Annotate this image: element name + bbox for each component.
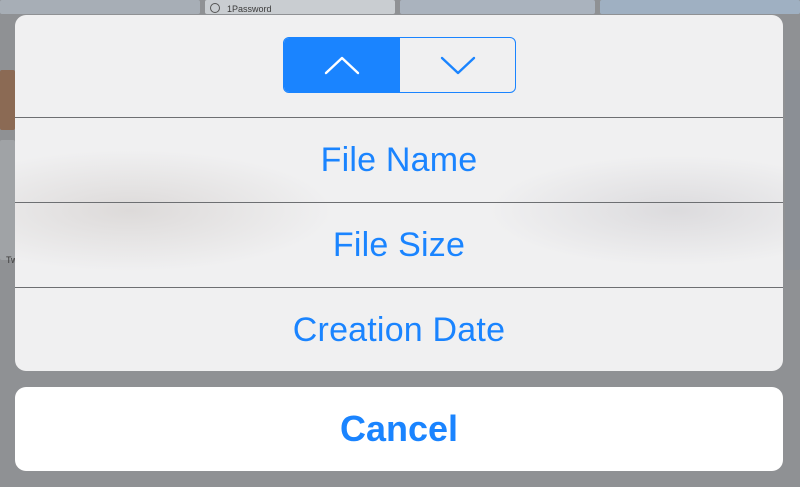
sort-option-creation-date[interactable]: Creation Date (15, 288, 783, 371)
cancel-label: Cancel (339, 408, 459, 449)
chevron-down-icon (440, 56, 475, 75)
background-tile (0, 70, 15, 130)
background-tile (400, 0, 595, 14)
sort-direction-control[interactable] (283, 37, 516, 93)
background-tile (0, 0, 200, 14)
background-tile (785, 70, 800, 270)
sort-option-label: Creation Date (292, 311, 506, 349)
lock-icon (210, 3, 220, 13)
sort-descending-segment[interactable] (399, 38, 515, 92)
background-tile (600, 0, 800, 14)
sort-option-label: File Name (320, 140, 478, 179)
sort-action-sheet: File Name File Size Creation Date (15, 15, 783, 371)
cancel-button[interactable]: Cancel (15, 387, 783, 471)
background-app-name: 1Password (227, 4, 272, 14)
chevron-up-icon (324, 56, 359, 75)
sort-option-label: File Size (332, 225, 466, 264)
sort-option-file-name[interactable]: File Name (15, 118, 783, 203)
sort-direction-row (15, 15, 783, 118)
sort-option-file-size[interactable]: File Size (15, 203, 783, 288)
background-tile (0, 140, 15, 260)
sort-ascending-segment[interactable] (284, 38, 399, 92)
